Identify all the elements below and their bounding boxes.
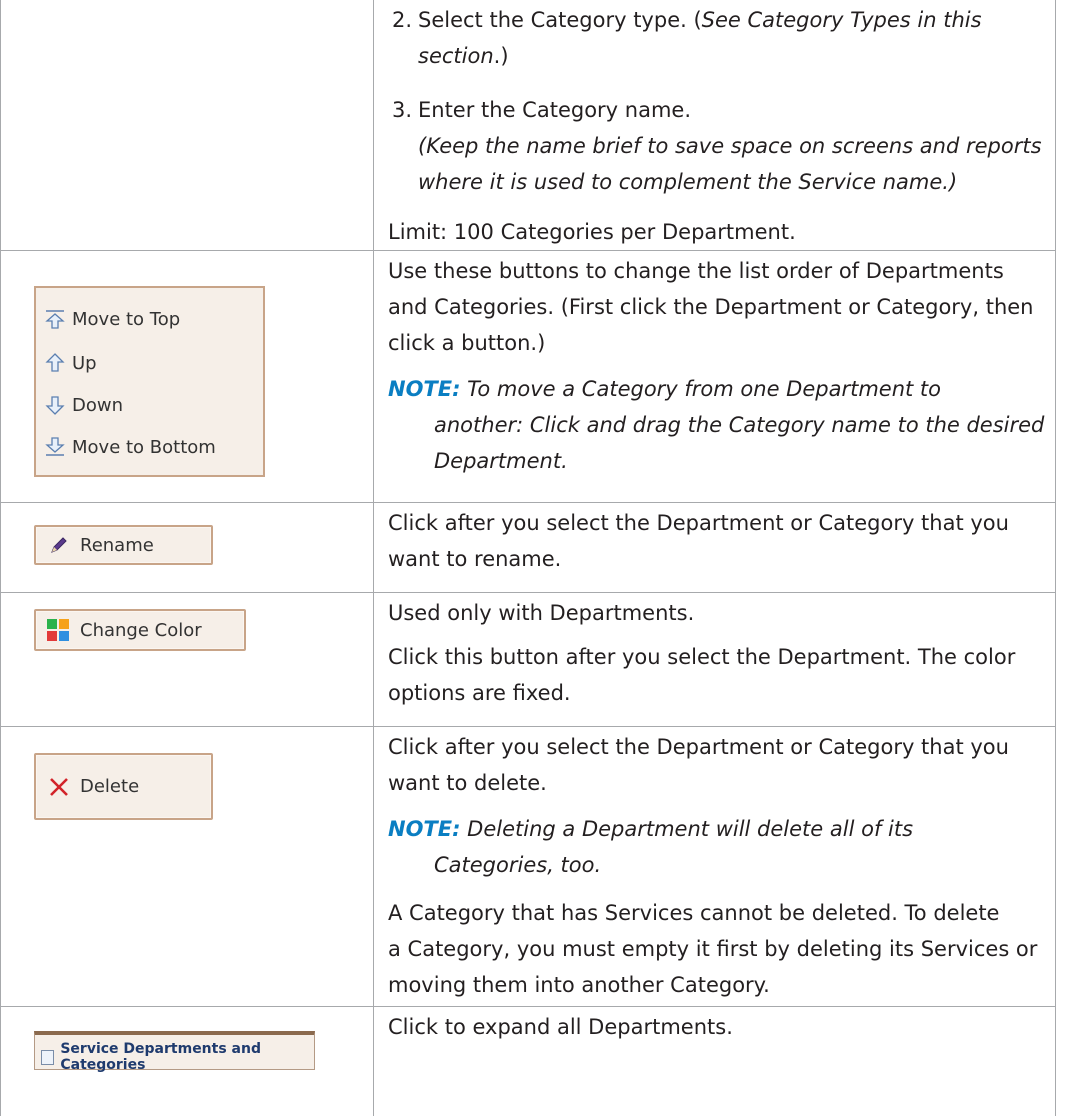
note-text: Department. bbox=[434, 449, 568, 473]
description-line: Click after you select the Department or… bbox=[388, 735, 1009, 759]
service-departments-inner: Service Departments and Categories bbox=[41, 1041, 314, 1073]
note-label: NOTE: bbox=[388, 817, 461, 841]
description-line: click a button.) bbox=[388, 331, 546, 355]
down-arrow-icon bbox=[45, 396, 65, 415]
down-label: Down bbox=[72, 394, 124, 416]
rename-cell: Rename bbox=[0, 502, 374, 593]
step-text: Enter the Category name. bbox=[418, 98, 692, 122]
move-to-top-button[interactable]: Move to Top bbox=[44, 308, 180, 330]
step-text: .) bbox=[493, 44, 509, 68]
move-to-bottom-label: Move to Bottom bbox=[72, 436, 216, 458]
description-line: Use these buttons to change the list ord… bbox=[388, 259, 1004, 283]
rename-label: Rename bbox=[80, 534, 154, 556]
limit-text: Limit: 100 Categories per Department. bbox=[388, 220, 796, 244]
rename-button[interactable]: Rename bbox=[34, 525, 213, 565]
description-line: Click after you select the Department or… bbox=[388, 511, 1009, 535]
delete-description-cell: Click after you select the Department or… bbox=[373, 726, 1056, 1007]
description-line: moving them into another Category. bbox=[388, 973, 770, 997]
delete-button[interactable]: Delete bbox=[34, 753, 213, 820]
move-to-top-label: Move to Top bbox=[72, 308, 181, 330]
rename-description-cell: Click after you select the Department or… bbox=[373, 502, 1056, 593]
step-text: Select the Category type. ( bbox=[418, 8, 702, 32]
move-to-bottom-icon bbox=[45, 437, 65, 456]
checkbox-icon bbox=[41, 1049, 55, 1065]
step-number: 2. bbox=[392, 8, 413, 32]
note-text: another: Click and drag the Category nam… bbox=[434, 413, 1045, 437]
row-move-buttons: Move to Top Up Down Move to Bottom Use t… bbox=[0, 250, 1056, 503]
row-category-steps: 2. Select the Category type. (See Categor… bbox=[0, 0, 1056, 251]
row-delete: Delete Click after you select the Depart… bbox=[0, 726, 1056, 1007]
color-grid-icon bbox=[47, 619, 69, 641]
change-color-description-cell: Used only with Departments. Click this b… bbox=[373, 592, 1056, 727]
note-text: Categories, too. bbox=[434, 853, 602, 877]
expand-cell: Service Departments and Categories bbox=[0, 1006, 374, 1116]
close-x-icon bbox=[50, 777, 68, 796]
delete-cell: Delete bbox=[0, 726, 374, 1007]
delete-label: Delete bbox=[80, 776, 140, 797]
up-arrow-icon bbox=[45, 353, 65, 372]
step-2: 2. Select the Category type. (See Categor… bbox=[388, 2, 1049, 38]
description-line: want to delete. bbox=[388, 771, 547, 795]
note-line: NOTE: Deleting a Department will delete … bbox=[388, 811, 1049, 847]
step-3: 3. Enter the Category name. bbox=[388, 92, 1049, 128]
down-button[interactable]: Down bbox=[44, 394, 123, 416]
note-label: NOTE: bbox=[388, 377, 461, 401]
move-description-cell: Use these buttons to change the list ord… bbox=[373, 250, 1056, 503]
description-line: A Category that has Services cannot be d… bbox=[388, 901, 1000, 925]
move-buttons-panel: Move to Top Up Down Move to Bottom bbox=[34, 286, 265, 477]
service-departments-label: Service Departments and Categories bbox=[60, 1041, 261, 1073]
empty-cell bbox=[0, 0, 374, 251]
move-to-top-icon bbox=[45, 310, 65, 329]
step-link-text: section bbox=[418, 44, 494, 68]
service-departments-header[interactable]: Service Departments and Categories bbox=[34, 1031, 315, 1073]
row-expand-departments: Service Departments and Categories Click… bbox=[0, 1006, 1056, 1116]
expand-description-cell: Click to expand all Departments. bbox=[373, 1006, 1056, 1116]
step-note-line: where it is used to complement the Servi… bbox=[418, 170, 958, 194]
description-line: Used only with Departments. bbox=[388, 601, 695, 625]
step-link-text: See Category Types in this bbox=[701, 8, 982, 32]
note-text: Deleting a Department will delete all of… bbox=[460, 817, 914, 841]
move-to-bottom-button[interactable]: Move to Bottom bbox=[44, 436, 216, 458]
note-text: To move a Category from one Department t… bbox=[460, 377, 941, 401]
change-color-cell: Change Color bbox=[0, 592, 374, 727]
up-label: Up bbox=[72, 352, 97, 374]
step-2-cont: section.) bbox=[388, 38, 1049, 74]
step-number: 3. bbox=[392, 98, 413, 122]
row-change-color: Change Color Used only with Departments.… bbox=[0, 592, 1056, 727]
change-color-button[interactable]: Change Color bbox=[34, 609, 246, 651]
description-line: Click to expand all Departments. bbox=[388, 1015, 733, 1039]
description-line: options are fixed. bbox=[388, 681, 571, 705]
description-line: a Category, you must empty it first by d… bbox=[388, 937, 1038, 961]
steps-cell: 2. Select the Category type. (See Categor… bbox=[373, 0, 1056, 251]
description-line: want to rename. bbox=[388, 547, 562, 571]
up-button[interactable]: Up bbox=[44, 352, 97, 374]
description-line: Click this button after you select the D… bbox=[388, 645, 1016, 669]
instructions-table: 2. Select the Category type. (See Categor… bbox=[0, 0, 1056, 1116]
row-rename: Rename Click after you select the Depart… bbox=[0, 502, 1056, 593]
move-buttons-cell: Move to Top Up Down Move to Bottom bbox=[0, 250, 374, 503]
step-note-line: (Keep the name brief to save space on sc… bbox=[418, 134, 1042, 158]
description-line: and Categories. (First click the Departm… bbox=[388, 295, 1034, 319]
pencil-icon bbox=[51, 537, 67, 553]
note-line: NOTE: To move a Category from one Depart… bbox=[388, 371, 1049, 407]
change-color-label: Change Color bbox=[80, 619, 202, 641]
